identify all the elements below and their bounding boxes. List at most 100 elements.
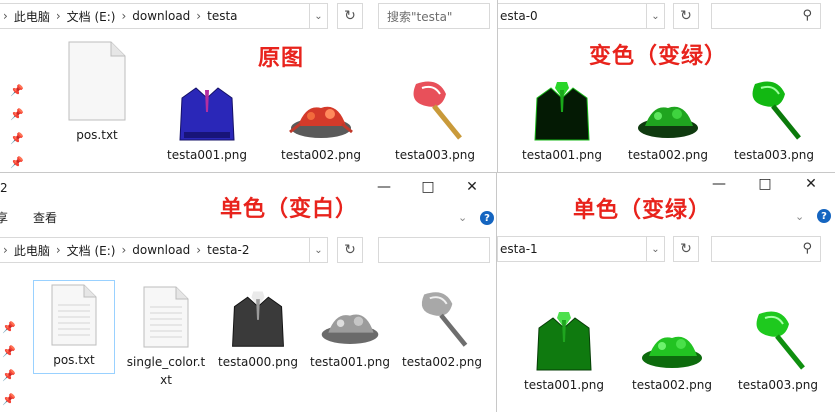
- overlay-label: 变色（变绿）: [589, 44, 728, 69]
- crab-image-icon: [315, 283, 385, 349]
- chevron-right-icon: ›: [3, 9, 8, 23]
- pin-icon[interactable]: 📌: [10, 108, 24, 121]
- chevron-right-icon: ›: [55, 243, 61, 257]
- suit-image-icon: [223, 283, 293, 349]
- minimize-button[interactable]: —: [374, 179, 394, 195]
- file-item[interactable]: testa001.png: [304, 283, 396, 371]
- overlay-label: 单色（变白）: [220, 197, 359, 222]
- file-item[interactable]: testa002.png: [623, 72, 713, 164]
- fan-image-icon: [739, 72, 809, 142]
- file-item[interactable]: testa003.png: [390, 72, 480, 164]
- crab-image-icon: [637, 302, 707, 372]
- pin-icon[interactable]: 📌: [2, 345, 16, 358]
- chevron-right-icon: ›: [121, 9, 127, 23]
- search-input[interactable]: 搜索"testa": [378, 3, 490, 29]
- refresh-button[interactable]: ↻: [337, 237, 363, 263]
- crab-image-icon: [286, 72, 356, 142]
- window-testa-1: — □ ✕ 单色（变绿） ⌄ ? esta-1 ⌄ ↻ ⚲ testa001.p…: [497, 172, 835, 412]
- address-bar[interactable]: esta-1: [497, 236, 647, 262]
- breadcrumb-item[interactable]: 此电脑: [12, 8, 52, 25]
- overlay-label: 单色（变绿）: [573, 198, 712, 223]
- breadcrumb-item[interactable]: 文档 (E:): [65, 8, 118, 25]
- breadcrumb-item[interactable]: testa: [205, 9, 239, 23]
- file-item[interactable]: testa001.png: [517, 72, 607, 164]
- suit-image-icon: [527, 72, 597, 142]
- maximize-button[interactable]: □: [418, 179, 438, 195]
- window-divider: [497, 172, 835, 173]
- file-item[interactable]: testa001.png: [162, 72, 252, 164]
- file-item-selected[interactable]: pos.txt: [33, 280, 115, 374]
- chevron-down-icon[interactable]: ⌄: [795, 210, 804, 223]
- breadcrumb-item[interactable]: download: [130, 243, 192, 257]
- breadcrumb-item[interactable]: esta-1: [498, 242, 540, 256]
- fan-image-icon: [743, 302, 813, 372]
- ribbon-tab-view[interactable]: 查看: [33, 209, 57, 226]
- address-bar[interactable]: esta-0: [497, 3, 647, 29]
- file-item[interactable]: testa002.png: [396, 283, 488, 371]
- file-item[interactable]: testa000.png: [212, 283, 304, 371]
- file-name: testa002.png: [628, 148, 708, 162]
- help-icon[interactable]: ?: [480, 211, 494, 225]
- suit-image-icon: [529, 302, 599, 372]
- close-button[interactable]: ✕: [801, 176, 821, 192]
- search-input[interactable]: ⚲: [711, 3, 821, 29]
- suit-image-icon: [172, 72, 242, 142]
- address-dropdown[interactable]: ⌄: [310, 237, 328, 263]
- search-input[interactable]: [378, 237, 490, 263]
- refresh-button[interactable]: ↻: [673, 3, 699, 29]
- fan-image-icon: [400, 72, 470, 142]
- close-button[interactable]: ✕: [462, 179, 482, 195]
- pin-icon[interactable]: 📌: [10, 132, 24, 145]
- maximize-button[interactable]: □: [755, 176, 775, 192]
- file-name: testa002.png: [632, 378, 712, 392]
- address-bar[interactable]: › 此电脑 › 文档 (E:) › download › testa-2: [0, 237, 310, 263]
- pin-icon[interactable]: 📌: [10, 84, 24, 97]
- file-item[interactable]: testa001.png: [519, 302, 609, 394]
- chevron-right-icon: ›: [196, 9, 202, 23]
- breadcrumb-item[interactable]: testa-2: [205, 243, 251, 257]
- fan-image-icon: [407, 283, 477, 349]
- breadcrumb-item[interactable]: 文档 (E:): [65, 242, 118, 259]
- breadcrumb-item[interactable]: esta-0: [498, 9, 540, 23]
- file-name: testa001.png: [310, 355, 390, 369]
- pin-icon[interactable]: 📌: [2, 321, 16, 334]
- minimize-button[interactable]: —: [709, 176, 729, 192]
- file-name: testa003.png: [738, 378, 818, 392]
- file-item[interactable]: pos.txt: [52, 41, 142, 144]
- txt-file-icon: [62, 41, 132, 122]
- chevron-right-icon: ›: [196, 243, 202, 257]
- pin-icon[interactable]: 📌: [10, 156, 24, 169]
- file-item[interactable]: single_color.txt: [124, 283, 208, 389]
- search-placeholder: 搜索"testa": [387, 9, 453, 24]
- help-icon[interactable]: ?: [817, 209, 831, 223]
- window-testa-0: esta-0 ⌄ ↻ ⚲ 变色（变绿） testa001.png testa00…: [497, 0, 835, 172]
- address-dropdown[interactable]: ⌄: [647, 3, 665, 29]
- address-bar[interactable]: › 此电脑 › 文档 (E:) › download › testa: [0, 3, 310, 29]
- file-item[interactable]: testa002.png: [627, 302, 717, 394]
- file-name: testa001.png: [167, 148, 247, 162]
- ribbon-tab-share[interactable]: 享: [0, 209, 8, 226]
- pin-icon[interactable]: 📌: [2, 369, 16, 382]
- file-item[interactable]: testa003.png: [733, 302, 823, 394]
- chevron-down-icon[interactable]: ⌄: [458, 211, 467, 224]
- overlay-label: 原图: [258, 46, 305, 71]
- window-testa: › 此电脑 › 文档 (E:) › download › testa ⌄ ↻ 搜…: [0, 0, 497, 172]
- window-testa-2: 2 — □ ✕ 单色（变白） 享 查看 ⌄ ? › 此电脑 › 文档 (E:) …: [0, 172, 497, 412]
- txt-file-icon: [131, 283, 201, 349]
- file-item[interactable]: testa003.png: [729, 72, 819, 164]
- file-name: testa002.png: [402, 355, 482, 369]
- file-name: testa001.png: [522, 148, 602, 162]
- refresh-button[interactable]: ↻: [673, 236, 699, 262]
- file-name: testa000.png: [218, 355, 298, 369]
- breadcrumb-item[interactable]: 此电脑: [12, 242, 52, 259]
- pin-icon[interactable]: 📌: [2, 393, 16, 406]
- file-item[interactable]: testa002.png: [276, 72, 366, 164]
- refresh-button[interactable]: ↻: [337, 3, 363, 29]
- search-input[interactable]: ⚲: [711, 236, 821, 262]
- window-divider: [497, 0, 498, 172]
- breadcrumb-item[interactable]: download: [130, 9, 192, 23]
- chevron-right-icon: ›: [55, 9, 61, 23]
- address-dropdown[interactable]: ⌄: [310, 3, 328, 29]
- address-dropdown[interactable]: ⌄: [647, 236, 665, 262]
- txt-file-icon: [39, 281, 109, 347]
